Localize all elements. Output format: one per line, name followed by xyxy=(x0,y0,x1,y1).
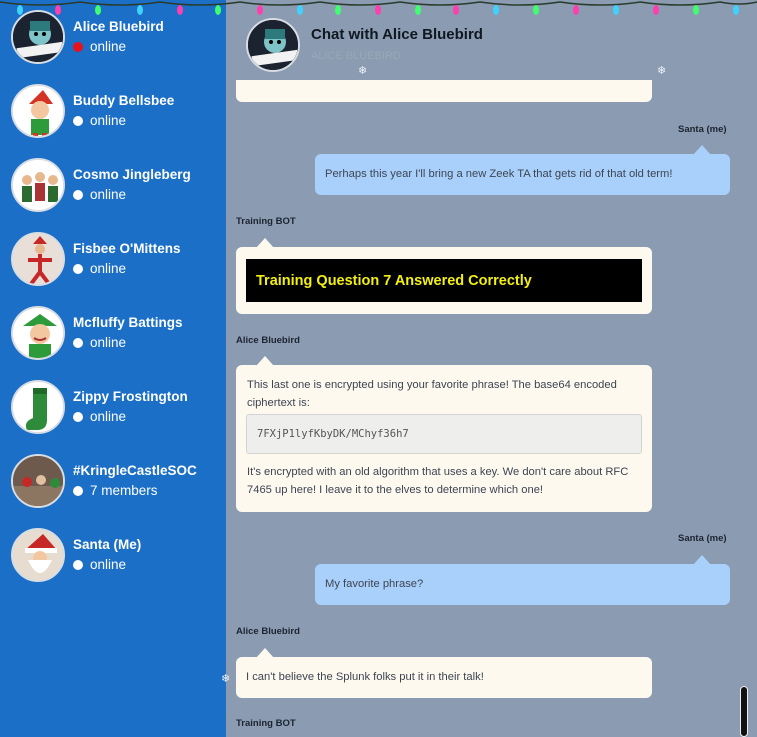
status-label: online xyxy=(90,39,127,54)
contact-status: online xyxy=(73,409,126,424)
avatar xyxy=(11,84,65,138)
contact-status: online xyxy=(73,187,126,202)
message-text: My favorite phrase? xyxy=(325,578,424,590)
status-dot xyxy=(73,485,83,496)
message-bubble-incoming: Training Question 7 Answered Correctly xyxy=(236,247,652,314)
status-dot xyxy=(73,411,83,422)
message-bubble-incoming: I can't believe the Splunk folks put it … xyxy=(236,657,652,698)
contact-cosmo-jingleberg[interactable]: Cosmo Jingleberg online xyxy=(0,148,226,222)
status-label: online xyxy=(90,409,127,424)
message-sender: Alice Bluebird xyxy=(236,626,300,637)
status-dot xyxy=(73,41,83,52)
snowflake-icon: ❄ xyxy=(221,673,231,685)
contact-name: Buddy Bellsbee xyxy=(73,93,175,108)
contacts-sidebar: Alice Bluebird online Buddy Bellsbee onl… xyxy=(0,0,226,737)
avatar xyxy=(11,306,65,360)
contact-buddy-bellsbee[interactable]: Buddy Bellsbee online xyxy=(0,74,226,148)
avatar xyxy=(11,380,65,434)
contact-name: Cosmo Jingleberg xyxy=(73,167,191,182)
message-bubble-outgoing: Perhaps this year I'll bring a new Zeek … xyxy=(315,154,730,195)
status-label: online xyxy=(90,557,127,572)
status-label: online xyxy=(90,261,127,276)
contact-status: online xyxy=(73,261,126,276)
status-label: 7 members xyxy=(90,483,158,498)
message-bubble-incoming: This last one is encrypted using your fa… xyxy=(236,365,652,512)
avatar xyxy=(11,528,65,582)
snowflake-icon: ❄ xyxy=(358,65,368,77)
contact-status: online xyxy=(73,335,126,350)
contact-mcfluffy-battings[interactable]: Mcfluffy Battings online xyxy=(0,296,226,370)
status-dot xyxy=(73,189,83,200)
avatar xyxy=(11,158,65,212)
status-label: online xyxy=(90,335,127,350)
contact-name: Mcfluffy Battings xyxy=(73,315,183,330)
contact-status: online xyxy=(73,39,126,54)
avatar xyxy=(11,232,65,286)
chat-avatar xyxy=(246,18,300,72)
contact-zippy-frostington[interactable]: Zippy Frostington online xyxy=(0,370,226,444)
message-sender: Santa (me) xyxy=(678,124,727,135)
contact-name: Zippy Frostington xyxy=(73,389,188,404)
contact-name: Alice Bluebird xyxy=(73,19,164,34)
message-text: I can't believe the Splunk folks put it … xyxy=(246,671,484,683)
contact-santa-me[interactable]: Santa (Me) online xyxy=(0,518,226,592)
contact-name: Santa (Me) xyxy=(73,537,142,552)
chat-scrollbar[interactable] xyxy=(740,686,748,737)
channel-kringlecastlesoc[interactable]: #KringleCastleSOC 7 members xyxy=(0,444,226,518)
training-result-banner: Training Question 7 Answered Correctly xyxy=(246,259,642,302)
contact-alice-bluebird[interactable]: Alice Bluebird online xyxy=(0,0,226,74)
message-sender: Santa (me) xyxy=(678,533,727,544)
message-sender: Training BOT xyxy=(236,718,296,729)
message-text: This last one is encrypted using your fa… xyxy=(247,379,617,409)
status-dot xyxy=(73,337,83,348)
status-label: online xyxy=(90,187,127,202)
status-dot xyxy=(73,115,83,126)
message-sender: Alice Bluebird xyxy=(236,335,300,346)
snowflake-icon: ❄ xyxy=(657,65,667,77)
chat-header: Chat with Alice Bluebird ALICE BLUEBIRD xyxy=(226,0,757,80)
contact-status: online xyxy=(73,557,126,572)
ciphertext-code-block[interactable]: 7FXjP1lyfKbyDK/MChyf36h7 xyxy=(246,414,642,454)
message-text: It's encrypted with an old algorithm tha… xyxy=(247,466,629,496)
contact-fisbee-omittens[interactable]: Fisbee O'Mittens online xyxy=(0,222,226,296)
message-text: Perhaps this year I'll bring a new Zeek … xyxy=(325,168,673,180)
status-dot xyxy=(73,559,83,570)
chat-subtitle: ALICE BLUEBIRD xyxy=(311,50,401,62)
contact-name: Fisbee O'Mittens xyxy=(73,241,181,256)
channel-name: #KringleCastleSOC xyxy=(73,463,197,478)
message-bubble-outgoing: My favorite phrase? xyxy=(315,564,730,605)
channel-members: 7 members xyxy=(73,483,158,498)
message-sender: Training BOT xyxy=(236,216,296,227)
avatar xyxy=(11,10,65,64)
message-bubble-partial xyxy=(236,80,652,102)
status-dot xyxy=(73,263,83,274)
status-label: online xyxy=(90,113,127,128)
contact-status: online xyxy=(73,113,126,128)
chat-title: Chat with Alice Bluebird xyxy=(311,26,483,43)
avatar xyxy=(11,454,65,508)
